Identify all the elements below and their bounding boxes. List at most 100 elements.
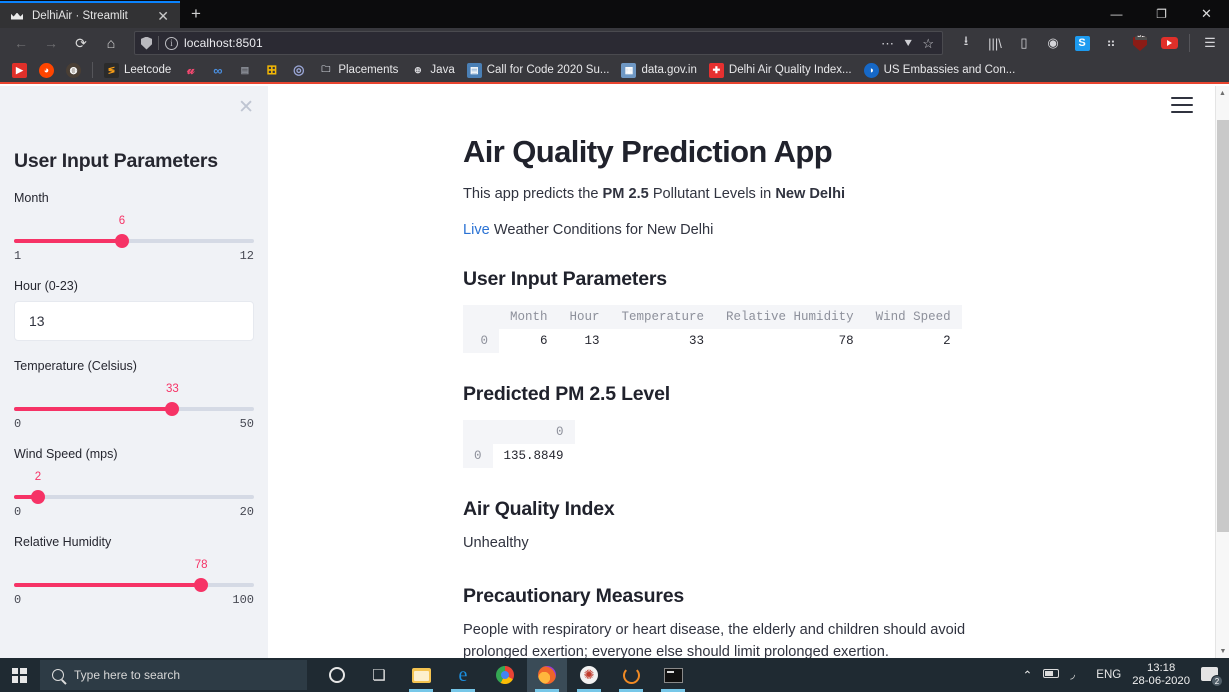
bookmark-document[interactable]: ▤ bbox=[231, 59, 258, 81]
bookmark-colab[interactable]: ∞ bbox=[204, 59, 231, 81]
edge-icon[interactable]: e bbox=[443, 658, 483, 692]
clock-date: 28-06-2020 bbox=[1132, 675, 1190, 687]
slider-max-wind-speed: 20 bbox=[239, 505, 254, 519]
row-index: 0 bbox=[463, 444, 493, 468]
slider-range-labels: 1 12 bbox=[14, 249, 254, 263]
streamlit-sidebar: ✕ User Input Parameters Month 6 1 12 Hou… bbox=[0, 86, 268, 658]
reload-icon[interactable]: ⟳ bbox=[66, 30, 96, 56]
slider-thumb[interactable] bbox=[31, 490, 45, 504]
close-sidebar-icon[interactable]: ✕ bbox=[238, 98, 254, 117]
cortana-icon[interactable] bbox=[317, 658, 357, 692]
back-icon[interactable]: ← bbox=[6, 30, 36, 56]
scroll-up-icon[interactable]: ▲ bbox=[1216, 86, 1229, 100]
bookmark-delhi-aqi[interactable]: ✚ Delhi Air Quality Index... bbox=[703, 59, 858, 81]
youtube-icon: ▶ bbox=[12, 62, 27, 78]
file-explorer-icon[interactable] bbox=[401, 658, 441, 692]
bookmark-call-for-code[interactable]: ▤ Call for Code 2020 Su... bbox=[461, 59, 616, 81]
bookmark-youtube[interactable]: ▶ bbox=[6, 59, 33, 81]
anaconda-icon[interactable] bbox=[611, 658, 651, 692]
library-icon[interactable]: |||\ bbox=[982, 31, 1008, 55]
table-row: 0 135.8849 bbox=[463, 444, 575, 468]
forward-icon[interactable]: → bbox=[36, 30, 66, 56]
bookmark-u[interactable]: 𝓊 bbox=[177, 59, 204, 81]
live-weather-line: Live Weather Conditions for New Delhi bbox=[463, 222, 1215, 238]
page-scrollbar[interactable]: ▲ ▼ bbox=[1215, 86, 1229, 658]
address-bar[interactable]: i localhost:8501 ⋯ ⯆ ☆ bbox=[134, 31, 943, 55]
youtube-extension-icon[interactable] bbox=[1156, 31, 1182, 55]
start-button[interactable] bbox=[0, 658, 38, 692]
index-header bbox=[463, 305, 499, 329]
page-info-icon[interactable]: i bbox=[165, 36, 178, 50]
slider-thumb[interactable] bbox=[115, 234, 129, 248]
shield-icon[interactable] bbox=[141, 36, 152, 50]
chevron-up-icon[interactable]: ⌃ bbox=[1023, 668, 1033, 682]
leetcode-icon: ≶ bbox=[104, 62, 119, 78]
more-actions-icon[interactable]: ⋯ bbox=[881, 37, 894, 50]
extension-s-icon[interactable]: S bbox=[1069, 31, 1095, 55]
bookmark-leetcode[interactable]: ≶ Leetcode bbox=[98, 59, 177, 81]
hour-input[interactable]: 13 bbox=[14, 301, 254, 341]
downloads-icon[interactable]: ⭳ bbox=[953, 31, 979, 55]
taskbar-search[interactable]: Type here to search bbox=[40, 660, 307, 690]
language-indicator[interactable]: ENG bbox=[1096, 669, 1121, 681]
close-icon[interactable]: ✕ bbox=[154, 7, 172, 25]
document-icon: ▤ bbox=[240, 64, 250, 75]
menu-icon[interactable]: ☰ bbox=[1197, 31, 1223, 55]
aqi-value: Unhealthy bbox=[463, 535, 529, 551]
ublock-origin-icon[interactable]: 324 bbox=[1127, 31, 1153, 55]
home-icon[interactable]: ⌂ bbox=[96, 30, 126, 56]
reddit-icon: ◕ bbox=[39, 62, 54, 78]
divider bbox=[1189, 34, 1190, 52]
bookmark-star-icon[interactable]: ☆ bbox=[922, 37, 934, 50]
label-relative-humidity: Relative Humidity bbox=[14, 535, 112, 549]
sidebar-icon[interactable]: ▯ bbox=[1011, 31, 1037, 55]
slider-wind-speed[interactable]: 2 0 20 bbox=[14, 471, 254, 519]
url-text: localhost:8501 bbox=[184, 36, 263, 50]
cell-pm25-value: 135.8849 bbox=[492, 444, 575, 468]
slider-thumb[interactable] bbox=[165, 402, 180, 416]
spyder-icon[interactable]: ✺ bbox=[569, 658, 609, 692]
bookmark-us-embassies[interactable]: ◑ US Embassies and Con... bbox=[858, 59, 1022, 81]
bookmark-reddit[interactable]: ◕ bbox=[33, 59, 60, 81]
pocket-icon[interactable]: ⯆ bbox=[903, 37, 913, 50]
cell-temperature: 33 bbox=[610, 329, 716, 353]
notifications-icon[interactable]: 2 bbox=[1201, 665, 1223, 687]
bookmark-circle[interactable]: ◍ bbox=[60, 59, 87, 81]
close-window-button[interactable]: ✕ bbox=[1184, 0, 1229, 28]
task-view-icon[interactable]: ❏ bbox=[359, 658, 399, 692]
globe-icon: ⊕ bbox=[414, 64, 422, 75]
section-user-input-parameters: User Input Parameters bbox=[463, 268, 667, 290]
chrome-icon[interactable] bbox=[485, 658, 525, 692]
wifi-icon[interactable]: ◞ bbox=[1070, 668, 1085, 681]
slider-range-labels: 0 50 bbox=[14, 417, 254, 431]
account-icon[interactable]: ◉ bbox=[1040, 31, 1066, 55]
live-link[interactable]: Live bbox=[463, 222, 490, 238]
slider-thumb[interactable] bbox=[194, 578, 209, 592]
slider-relative-humidity[interactable]: 78 0 100 bbox=[14, 559, 254, 607]
apps-grid-icon[interactable]: ⠶ bbox=[1098, 31, 1124, 55]
scroll-down-icon[interactable]: ▼ bbox=[1216, 644, 1229, 658]
bookmark-microsoft[interactable]: ⊞ bbox=[258, 59, 285, 81]
widget-hour: Hour (0-23) 13 bbox=[14, 279, 254, 341]
lede-bold-pm: PM 2.5 bbox=[602, 186, 649, 202]
label-wind-speed: Wind Speed (mps) bbox=[14, 447, 118, 461]
col-wind-speed: Wind Speed bbox=[864, 305, 962, 329]
hamburger-menu-icon[interactable] bbox=[1171, 97, 1193, 113]
minimize-button[interactable]: — bbox=[1094, 0, 1139, 28]
browser-tab[interactable]: DelhiAir · Streamlit ✕ bbox=[0, 1, 180, 28]
maximize-button[interactable]: ❐ bbox=[1139, 0, 1184, 28]
bookmark-java[interactable]: ⊕ Java bbox=[404, 59, 460, 81]
bookmark-target[interactable]: ◎ bbox=[285, 59, 312, 81]
firefox-icon[interactable] bbox=[527, 658, 567, 692]
battery-icon[interactable] bbox=[1043, 669, 1060, 681]
slider-min-relative-humidity: 0 bbox=[14, 593, 22, 607]
slider-temperature[interactable]: 33 0 50 bbox=[14, 383, 254, 431]
terminal-icon[interactable] bbox=[653, 658, 693, 692]
slider-month[interactable]: 6 1 12 bbox=[14, 215, 254, 263]
scrollbar-thumb[interactable] bbox=[1217, 120, 1229, 532]
taskbar-clock[interactable]: 13:18 28-06-2020 bbox=[1132, 662, 1190, 688]
bookmark-placements[interactable]: 🗀 Placements bbox=[312, 59, 404, 81]
new-tab-button[interactable]: + bbox=[180, 4, 212, 28]
bookmark-datagov[interactable]: ▦ data.gov.in bbox=[615, 59, 702, 81]
slider-track bbox=[14, 239, 254, 243]
